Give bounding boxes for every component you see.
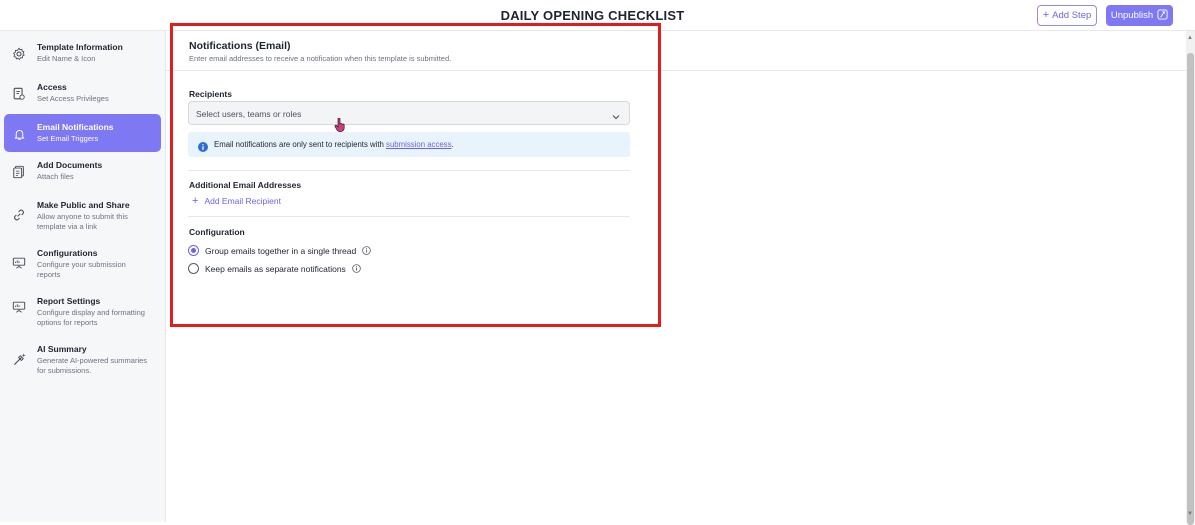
report-icon [10,298,28,316]
panel-title: Notifications (Email) [189,40,291,52]
email-notifications-panel: Notifications (Email) Enter email addres… [166,31,1186,522]
sidebar-item-report-settings[interactable]: Report Settings Configure display and fo… [4,296,161,330]
sidebar: Template Information Edit Name & Icon Ac… [0,31,166,522]
info-text-suffix: . [451,140,454,149]
sidebar-item-access[interactable]: Access Set Access Privileges [4,82,161,112]
plus-icon: + [192,194,199,207]
documents-icon [10,163,28,181]
sidebar-item-label: AI Summary [37,344,87,354]
sidebar-item-desc: Configure your submission reports [37,260,126,279]
panel-subtitle: Enter email addresses to receive a notif… [189,54,452,63]
unpublish-icon [1157,8,1168,23]
option-label: Group emails together in a single thread [205,245,357,256]
recipients-label: Recipients [189,89,232,99]
ai-sparkle-icon [10,350,28,368]
bell-icon [10,125,28,143]
option-label: Keep emails as separate notifications [205,263,346,274]
sidebar-item-label: Report Settings [37,296,101,306]
radio-checked[interactable] [188,245,199,256]
sidebar-item-label: Email Notifications [37,122,114,132]
sidebar-item-desc: Set Email Triggers [37,134,99,143]
unpublish-label: Unpublish [1110,10,1154,21]
scroll-up-arrow-icon[interactable]: ▲ [1187,35,1193,41]
vertical-scrollbar[interactable]: ▲ ▼ [1186,31,1195,525]
recipients-placeholder: Select users, teams or roles [196,109,302,119]
sidebar-item-desc: Edit Name & Icon [37,54,96,63]
divider [188,170,630,171]
radio-unchecked[interactable] [188,263,199,274]
sidebar-item-ai-summary[interactable]: AI Summary Generate AI-powered summaries… [4,344,161,378]
sidebar-item-desc: Allow anyone to submit this template via… [37,212,128,231]
plus-icon: + [1042,9,1050,21]
sidebar-item-desc: Configure display and formatting options… [37,308,145,327]
sidebar-item-template-information[interactable]: Template Information Edit Name & Icon [4,42,161,72]
presentation-icon [10,254,28,272]
sidebar-item-desc: Generate AI-powered summaries for submis… [37,356,148,375]
add-step-button[interactable]: + Add Step [1037,5,1097,26]
option-group-emails[interactable]: Group emails together in a single thread [188,245,371,256]
page-title: DAILY OPENING CHECKLIST [500,8,685,23]
info-outline-icon[interactable] [352,264,361,273]
chevron-down-icon [611,109,621,120]
top-bar: DAILY OPENING CHECKLIST + Add Step Unpub… [0,0,1195,31]
configuration-label: Configuration [189,227,245,237]
scrollbar-thumb[interactable] [1187,53,1194,525]
info-text-main: Email notifications are only sent to rec… [214,140,387,149]
sidebar-item-desc: Attach files [37,172,74,181]
panel-header: Notifications (Email) Enter email addres… [166,31,1186,71]
scroll-down-arrow-icon[interactable]: ▼ [1187,511,1193,517]
info-text: Email notifications are only sent to rec… [214,140,454,149]
access-document-icon [10,85,28,103]
sidebar-item-desc: Set Access Privileges [37,94,109,103]
sidebar-item-label: Configurations [37,248,98,258]
sidebar-item-email-notifications[interactable]: Email Notifications Set Email Triggers [4,114,161,152]
sidebar-item-add-documents[interactable]: Add Documents Attach files [4,160,161,190]
add-email-recipient-button[interactable]: + Add Email Recipient [192,194,281,207]
sidebar-item-label: Add Documents [37,160,103,170]
divider [188,216,630,217]
info-outline-icon[interactable] [362,246,371,255]
additional-email-label: Additional Email Addresses [189,180,302,190]
recipients-select[interactable]: Select users, teams or roles [188,101,630,125]
link-icon [10,206,28,224]
hand-cursor-icon [334,117,346,132]
sidebar-item-configurations[interactable]: Configurations Configure your submission… [4,248,161,282]
unpublish-button[interactable]: Unpublish [1106,5,1173,26]
sidebar-item-label: Access [37,82,67,92]
add-step-label: Add Step [1052,10,1092,21]
sidebar-item-label: Template Information [37,42,123,52]
info-icon [198,139,208,152]
option-separate-emails[interactable]: Keep emails as separate notifications [188,263,361,274]
submission-access-link[interactable]: submission access [386,140,451,149]
gear-icon [10,45,28,63]
info-banner: Email notifications are only sent to rec… [188,132,630,157]
sidebar-item-make-public-and-share[interactable]: Make Public and Share Allow anyone to su… [4,200,161,234]
sidebar-item-label: Make Public and Share [37,200,130,210]
add-email-recipient-label: Add Email Recipient [204,196,281,206]
